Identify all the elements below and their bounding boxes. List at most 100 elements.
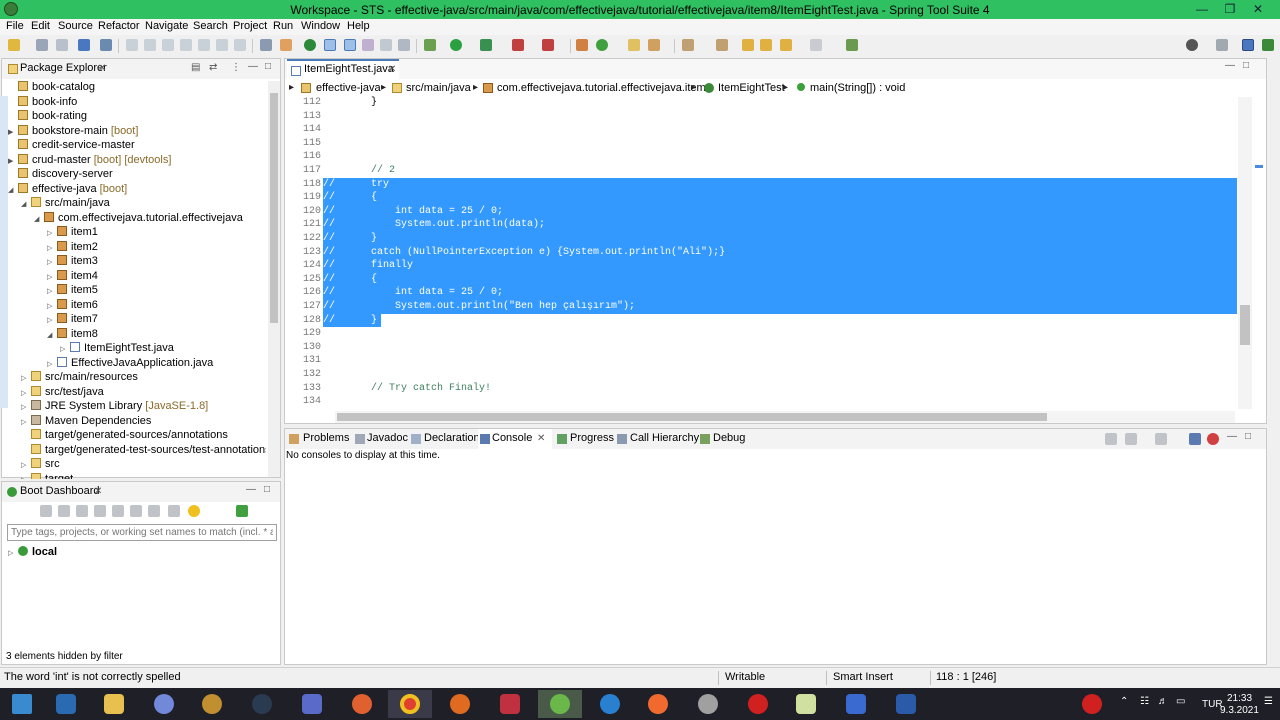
taskbar-app-web[interactable] bbox=[488, 690, 532, 718]
debug-icon[interactable] bbox=[94, 505, 106, 517]
maximize-view-icon[interactable]: □ bbox=[1245, 431, 1251, 442]
tree-item-item2[interactable]: ▷ item2 bbox=[47, 240, 98, 254]
step-into-icon[interactable] bbox=[198, 39, 210, 51]
drop-to-frame-icon[interactable] bbox=[260, 39, 272, 51]
clock-time[interactable]: 21:33 bbox=[1227, 693, 1252, 704]
network-icon[interactable]: ☷ bbox=[1140, 696, 1149, 707]
menu-source[interactable]: Source bbox=[58, 20, 93, 32]
terminate-icon[interactable] bbox=[162, 39, 174, 51]
expand-arrow-icon[interactable]: ▷ bbox=[21, 474, 31, 480]
tree-item-maven-dependencies[interactable]: ▷ Maven Dependencies bbox=[21, 414, 151, 428]
taskbar-steam[interactable] bbox=[240, 690, 284, 718]
lightbulb-icon[interactable] bbox=[188, 505, 200, 517]
tree-item-item5[interactable]: ▷ item5 bbox=[47, 283, 98, 297]
tree-item-item8[interactable]: ◢ item8 bbox=[47, 327, 98, 341]
tree-item-crud-master[interactable]: ▶ crud-master [boot] [devtools] bbox=[8, 153, 171, 167]
breadcrumb-package[interactable]: com.effectivejava.tutorial.effectivejava… bbox=[497, 82, 712, 94]
open-type-icon[interactable] bbox=[628, 39, 640, 51]
tree-item-discovery-server[interactable]: discovery-server bbox=[8, 167, 113, 181]
close-tab-icon[interactable]: ✕ bbox=[537, 433, 545, 444]
collapse-arrow-icon[interactable]: ◢ bbox=[21, 198, 31, 212]
taskbar-game-launcher[interactable] bbox=[190, 690, 234, 718]
restore-button[interactable]: ❐ bbox=[1216, 0, 1244, 19]
new-icon[interactable] bbox=[8, 39, 20, 51]
minimize-editor-icon[interactable]: — bbox=[1225, 60, 1235, 71]
properties-icon[interactable] bbox=[168, 505, 180, 517]
menu-file[interactable]: File bbox=[6, 20, 24, 32]
spring-boot-icon[interactable] bbox=[304, 39, 316, 51]
tree-item-jre-system-library[interactable]: ▷ JRE System Library [JavaSE-1.8] bbox=[21, 399, 208, 413]
tree-item-bookstore-main[interactable]: ▶ bookstore-main [boot] bbox=[8, 124, 138, 138]
toggle-block-selection-icon[interactable] bbox=[344, 39, 356, 51]
maximize-view-icon[interactable]: □ bbox=[265, 61, 271, 72]
tree-item-item4[interactable]: ▷ item4 bbox=[47, 269, 98, 283]
taskbar-notepad[interactable] bbox=[784, 690, 828, 718]
external-tools-icon[interactable] bbox=[542, 39, 554, 51]
minimize-view-icon[interactable]: — bbox=[248, 61, 258, 72]
volume-icon[interactable]: ♬ bbox=[1158, 696, 1168, 707]
last-edit-location-icon[interactable] bbox=[742, 39, 754, 51]
disconnect-icon[interactable] bbox=[180, 39, 192, 51]
tree-item-item3[interactable]: ▷ item3 bbox=[47, 254, 98, 268]
console-view-menu-icon[interactable] bbox=[1189, 433, 1201, 445]
tree-item-local[interactable]: ▷ local bbox=[8, 545, 57, 559]
editor-hscroll-thumb[interactable] bbox=[337, 413, 1047, 421]
menu-help[interactable]: Help bbox=[347, 20, 370, 32]
menu-edit[interactable]: Edit bbox=[31, 20, 50, 32]
suspend-icon[interactable] bbox=[144, 39, 156, 51]
save-icon[interactable] bbox=[36, 39, 48, 51]
forward-history-icon[interactable] bbox=[760, 39, 772, 51]
restart-icon[interactable] bbox=[58, 505, 70, 517]
taskbar-app-orange[interactable] bbox=[340, 690, 384, 718]
battery-icon[interactable]: ▭ bbox=[1176, 696, 1185, 707]
tree-scrollbar[interactable] bbox=[268, 81, 280, 477]
close-editor-icon[interactable]: ✕ bbox=[388, 64, 396, 75]
tab-console-active[interactable]: Console ✕ bbox=[478, 429, 552, 449]
tree-item-item6[interactable]: ▷ item6 bbox=[47, 298, 98, 312]
forward-icon[interactable] bbox=[810, 39, 822, 51]
overview-ruler[interactable] bbox=[1252, 97, 1266, 409]
taskbar-word[interactable] bbox=[884, 690, 928, 718]
skip-breakpoints-icon[interactable] bbox=[100, 39, 112, 51]
breadcrumb-method[interactable]: main(String[]) : void bbox=[810, 82, 905, 94]
tree-item-itemeighttest-java[interactable]: ▷ ItemEightTest.java bbox=[60, 341, 174, 355]
menu-navigate[interactable]: Navigate bbox=[145, 20, 188, 32]
notification-icon[interactable]: ☰ bbox=[1264, 696, 1273, 707]
start-icon[interactable] bbox=[40, 505, 52, 517]
menu-window[interactable]: Window bbox=[301, 20, 340, 32]
editor-horizontal-scrollbar[interactable] bbox=[335, 411, 1235, 423]
tree-item-item1[interactable]: ▷ item1 bbox=[47, 225, 98, 239]
view-menu-icon[interactable]: ⋮ bbox=[231, 62, 241, 73]
save-all-icon[interactable] bbox=[56, 39, 68, 51]
toggle-word-wrap-icon[interactable] bbox=[362, 39, 374, 51]
tree-item-effectivejavaapplication-java[interactable]: ▷ EffectiveJavaApplication.java bbox=[47, 356, 213, 370]
step-over-icon[interactable] bbox=[216, 39, 228, 51]
tree-item-target[interactable]: ▷target bbox=[21, 472, 73, 480]
tab-declaration[interactable]: Declaration bbox=[424, 432, 480, 444]
pilcrow-icon[interactable] bbox=[398, 39, 410, 51]
tray-app-icon[interactable] bbox=[1082, 694, 1102, 714]
tree-item-src-test-java[interactable]: ▷ src/test/java bbox=[21, 385, 104, 399]
java-perspective-icon[interactable] bbox=[1242, 39, 1254, 51]
tray-chevron-icon[interactable]: ⌃ bbox=[1120, 696, 1128, 707]
link-with-editor-icon[interactable]: ⇄ bbox=[209, 62, 217, 73]
expand-arrow-icon[interactable]: ▷ bbox=[8, 547, 18, 561]
display-console-icon[interactable] bbox=[1125, 433, 1137, 445]
collapse-arrow-icon[interactable]: ◢ bbox=[47, 329, 57, 343]
new-java-class-icon[interactable] bbox=[596, 39, 608, 51]
start-button[interactable] bbox=[0, 690, 44, 718]
show-whitespace-icon[interactable] bbox=[380, 39, 392, 51]
taskbar-chrome[interactable] bbox=[388, 690, 432, 718]
boot-dashboard-filter-input[interactable] bbox=[7, 524, 277, 541]
stop-icon[interactable] bbox=[512, 39, 524, 51]
terminal-icon[interactable] bbox=[78, 39, 90, 51]
run-icon[interactable] bbox=[450, 39, 462, 51]
back-icon[interactable] bbox=[780, 39, 792, 51]
taskbar-recorder[interactable] bbox=[736, 690, 780, 718]
minimize-view-icon[interactable]: — bbox=[1227, 431, 1237, 442]
taskbar-postman[interactable] bbox=[636, 690, 680, 718]
tree-item-src-main-java[interactable]: ◢ src/main/java bbox=[21, 196, 110, 210]
next-annotation-icon[interactable] bbox=[682, 39, 694, 51]
tree-item-item7[interactable]: ▷ item7 bbox=[47, 312, 98, 326]
tree-item-generated-sources[interactable]: target/generated-sources/annotations bbox=[21, 428, 228, 442]
